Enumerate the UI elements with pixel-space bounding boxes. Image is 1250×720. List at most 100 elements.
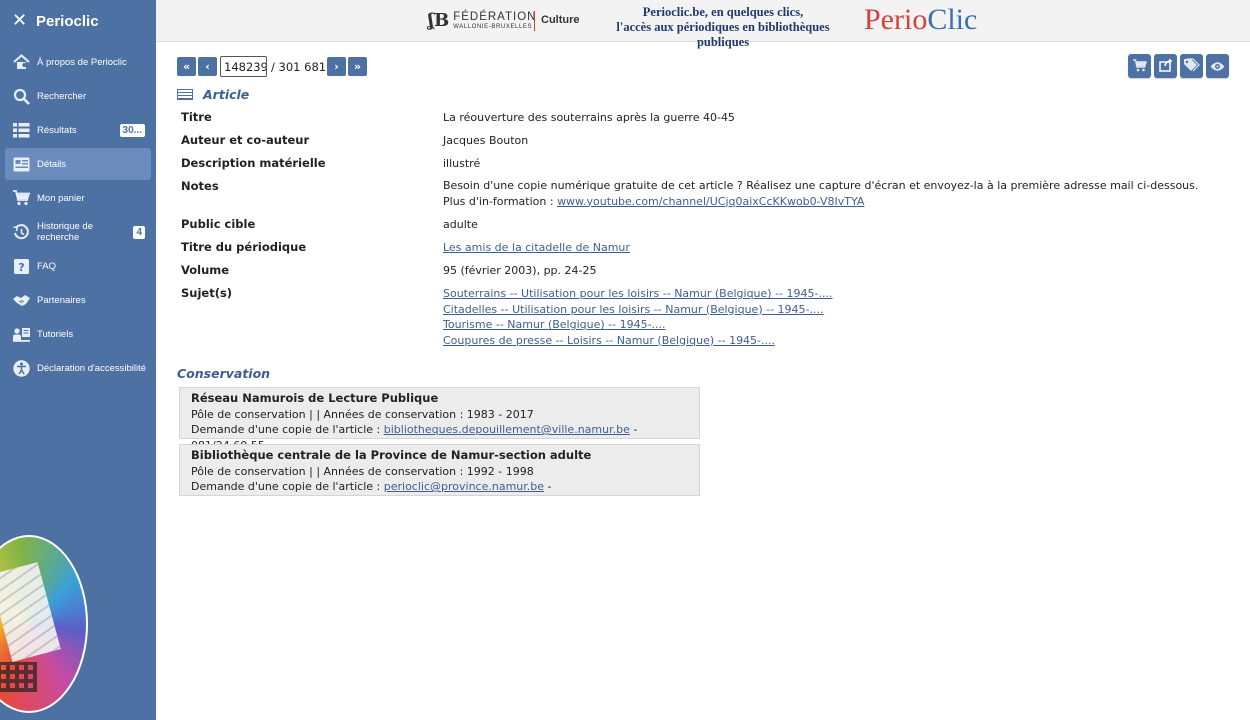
record-number-input[interactable] bbox=[220, 56, 267, 77]
field-label-description: Description matérielle bbox=[181, 156, 326, 170]
home-icon bbox=[12, 53, 30, 71]
share-icon bbox=[1158, 57, 1173, 76]
field-label-notes: Notes bbox=[181, 179, 219, 193]
library-email-link[interactable]: perioclic@province.namur.be bbox=[384, 480, 544, 493]
field-value-title: La réouverture des souterrains après la … bbox=[443, 111, 735, 124]
subject-link[interactable]: Citadelles -- Utilisation pour les loisi… bbox=[443, 303, 824, 316]
subject-link[interactable]: Tourisme -- Namur (Belgique) -- 1945-...… bbox=[443, 318, 666, 331]
list-icon bbox=[12, 121, 30, 139]
library-copy-request: Demande d'une copie de l'article : perio… bbox=[191, 479, 699, 495]
fwb-logo: ʆB FÉDÉRATION WALLONIE-BRUXELLES bbox=[428, 10, 536, 31]
share-button[interactable] bbox=[1154, 54, 1177, 78]
sidebar: ✕ Perioclic À propos de Perioclic Recher… bbox=[0, 0, 156, 720]
library-phone: - bbox=[544, 480, 552, 494]
logo-divider bbox=[534, 11, 535, 31]
field-value-notes: Besoin d'une copie numérique gratuite de… bbox=[443, 178, 1223, 209]
field-value-subjects: Souterrains -- Utilisation pour les lois… bbox=[443, 286, 832, 348]
header-banner: ʆB FÉDÉRATION WALLONIE-BRUXELLES Culture… bbox=[156, 0, 1250, 49]
youtube-channel-link[interactable]: www.youtube.com/channel/UCjq0aixCcKKwob0… bbox=[557, 195, 864, 208]
sidebar-item-results[interactable]: Résultats 30... bbox=[5, 114, 151, 146]
sidebar-item-cart[interactable]: Mon panier bbox=[5, 182, 151, 214]
logo-part-2: Clic bbox=[927, 3, 978, 36]
history-count-badge: 4 bbox=[133, 225, 145, 239]
accessibility-icon bbox=[12, 359, 30, 377]
field-label-volume: Volume bbox=[181, 263, 230, 277]
sidebar-item-label: Historique de recherche bbox=[37, 221, 93, 243]
add-to-cart-button[interactable] bbox=[1128, 54, 1151, 78]
results-count-badge: 30... bbox=[119, 123, 145, 137]
tagline-line-2: l'accès aux périodiques en bibliothèques… bbox=[616, 20, 830, 49]
question-icon: ? bbox=[12, 257, 30, 275]
record-total: / 301 681 bbox=[271, 60, 327, 74]
double-chevron-left-icon: « bbox=[182, 60, 191, 73]
field-value-volume: 95 (février 2003), pp. 24-25 bbox=[443, 264, 597, 277]
sidebar-item-label: Déclaration d'accessibilité bbox=[37, 362, 147, 374]
sidebar-item-search[interactable]: Rechercher bbox=[5, 80, 151, 112]
library-conservation-info: Pôle de conservation | | Années de conse… bbox=[191, 464, 534, 478]
sidebar-item-label: Partenaires bbox=[37, 294, 86, 306]
view-button[interactable] bbox=[1206, 54, 1229, 78]
close-icon[interactable]: ✕ bbox=[12, 12, 30, 30]
fwb-logo-subtext: WALLONIE-BRUXELLES bbox=[453, 23, 533, 30]
sidebar-item-label: Rechercher bbox=[37, 90, 87, 102]
sidebar-item-label: Détails bbox=[37, 158, 67, 170]
tutorial-icon bbox=[12, 325, 30, 343]
article-icon bbox=[177, 89, 193, 100]
library-name: Bibliothèque centrale de la Province de … bbox=[191, 448, 592, 462]
field-label-audience: Public cible bbox=[181, 217, 256, 231]
library-conservation-info: Pôle de conservation | | Années de conse… bbox=[191, 407, 534, 421]
library-card: Bibliothèque centrale de la Province de … bbox=[179, 444, 700, 496]
decorative-illustration bbox=[0, 535, 88, 713]
details-icon bbox=[12, 155, 30, 173]
subject-link[interactable]: Coupures de presse -- Loisirs -- Namur (… bbox=[443, 334, 775, 347]
perioclic-logo: PerioClic bbox=[864, 2, 977, 38]
copy-request-label: Demande d'une copie de l'article : bbox=[191, 423, 384, 437]
svg-text:?: ? bbox=[18, 261, 24, 274]
last-record-button[interactable]: » bbox=[348, 57, 367, 76]
field-label-title: Titre bbox=[181, 110, 212, 124]
chevron-left-icon: ‹ bbox=[205, 60, 210, 73]
sidebar-item-partners[interactable]: Partenaires bbox=[5, 284, 151, 316]
copy-request-label: Demande d'une copie de l'article : bbox=[191, 480, 384, 494]
cart-icon bbox=[1132, 57, 1147, 76]
previous-record-button[interactable]: ‹ bbox=[198, 57, 217, 76]
library-card: Réseau Namurois de Lecture Publique Pôle… bbox=[179, 387, 700, 452]
tags-button[interactable] bbox=[1180, 54, 1203, 78]
history-icon bbox=[12, 223, 30, 241]
field-value-author: Jacques Bouton bbox=[443, 134, 529, 147]
sidebar-item-faq[interactable]: ? FAQ bbox=[5, 250, 151, 282]
field-value-description: illustré bbox=[443, 157, 481, 170]
header-tagline: Perioclic.be, en quelques clics, l'accès… bbox=[593, 5, 853, 50]
eye-icon bbox=[1210, 57, 1225, 76]
periodical-link[interactable]: Les amis de la citadelle de Namur bbox=[443, 241, 630, 254]
search-icon bbox=[12, 87, 30, 105]
article-section-title: Article bbox=[203, 87, 250, 102]
sidebar-item-label: Tutoriels bbox=[37, 328, 74, 340]
first-record-button[interactable]: « bbox=[177, 57, 196, 76]
handshake-icon bbox=[12, 291, 30, 309]
field-value-periodical: Les amis de la citadelle de Namur bbox=[443, 240, 630, 256]
sidebar-item-details[interactable]: Détails bbox=[5, 148, 151, 180]
library-email-link[interactable]: bibliotheques.depouillement@ville.namur.… bbox=[384, 423, 630, 436]
sidebar-title: Perioclic bbox=[36, 12, 99, 30]
field-label-author: Auteur et co-auteur bbox=[181, 133, 310, 147]
subject-link[interactable]: Souterrains -- Utilisation pour les lois… bbox=[443, 287, 832, 300]
field-label-periodical: Titre du périodique bbox=[181, 240, 307, 254]
double-chevron-right-icon: » bbox=[353, 60, 362, 73]
next-record-button[interactable]: › bbox=[327, 57, 346, 76]
tagline-line-1: Perioclic.be, en quelques clics, bbox=[642, 5, 804, 19]
sidebar-item-label: Mon panier bbox=[37, 192, 85, 204]
fwb-logo-icon: ʆB bbox=[428, 10, 450, 31]
culture-logo: Culture bbox=[541, 14, 580, 26]
sidebar-item-label: FAQ bbox=[37, 260, 57, 272]
sidebar-item-about[interactable]: À propos de Perioclic bbox=[5, 46, 151, 78]
tag-icon bbox=[1183, 57, 1200, 76]
sidebar-item-tutorials[interactable]: Tutoriels bbox=[5, 318, 151, 350]
chevron-right-icon: › bbox=[334, 60, 339, 73]
sidebar-item-label: À propos de Perioclic bbox=[37, 56, 127, 68]
sidebar-item-accessibility[interactable]: Déclaration d'accessibilité bbox=[5, 352, 151, 384]
sidebar-header: ✕ Perioclic bbox=[0, 0, 156, 42]
logo-part-1: Perio bbox=[864, 3, 928, 36]
library-name: Réseau Namurois de Lecture Publique bbox=[191, 391, 439, 405]
sidebar-item-history[interactable]: Historique de recherche 4 bbox=[5, 216, 151, 248]
